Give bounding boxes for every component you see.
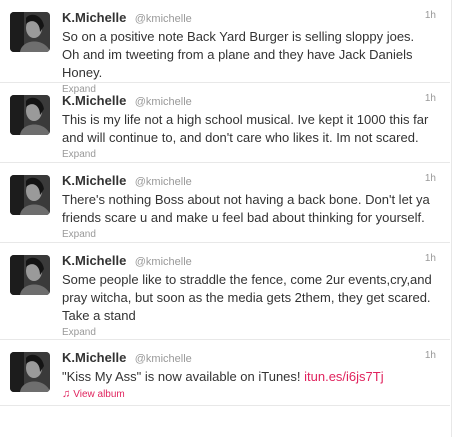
- music-note-icon: ♫: [62, 388, 71, 400]
- tweet-username[interactable]: @kmichelle: [135, 176, 192, 188]
- tweet-text: "Kiss My Ass" is now available on iTunes…: [62, 368, 434, 386]
- tweet-text: There's nothing Boss about not having a …: [62, 192, 430, 225]
- tweet-text: So on a positive note Back Yard Burger i…: [62, 29, 415, 80]
- tweet-username[interactable]: @kmichelle: [135, 353, 192, 365]
- tweet[interactable]: K.Michelle @kmichelle 1h There's nothing…: [0, 163, 450, 243]
- avatar[interactable]: [10, 255, 50, 295]
- avatar[interactable]: [10, 352, 50, 392]
- tweet-username[interactable]: @kmichelle: [135, 256, 192, 268]
- tweet-username[interactable]: @kmichelle: [135, 13, 192, 25]
- tweet-username[interactable]: @kmichelle: [135, 96, 192, 108]
- avatar[interactable]: [10, 12, 50, 52]
- expand-link[interactable]: Expand: [62, 148, 438, 162]
- tweet-fullname[interactable]: K.Michelle: [62, 173, 126, 188]
- view-album-label: View album: [73, 389, 125, 400]
- tweet-text: Some people like to straddle the fence, …: [62, 272, 432, 323]
- tweet-timestamp[interactable]: 1h: [425, 10, 436, 21]
- expand-link[interactable]: Expand: [62, 326, 438, 340]
- tweet-fullname[interactable]: K.Michelle: [62, 10, 126, 25]
- tweet-timestamp[interactable]: 1h: [425, 173, 436, 184]
- tweet[interactable]: K.Michelle @kmichelle 1h This is my life…: [0, 83, 450, 163]
- tweet-timestamp[interactable]: 1h: [425, 253, 436, 264]
- tweet-timestamp[interactable]: 1h: [425, 350, 436, 361]
- tweet-partial: [0, 406, 450, 426]
- tweet[interactable]: K.Michelle @kmichelle 1h So on a positiv…: [0, 0, 450, 95]
- itunes-link[interactable]: itun.es/i6js7Tj: [304, 369, 383, 384]
- tweet-fullname[interactable]: K.Michelle: [62, 350, 126, 365]
- avatar[interactable]: [10, 175, 50, 215]
- tweet[interactable]: K.Michelle @kmichelle 1h Some people lik…: [0, 243, 450, 340]
- expand-link[interactable]: Expand: [62, 228, 438, 242]
- avatar[interactable]: [10, 95, 50, 135]
- tweet[interactable]: K.Michelle @kmichelle 1h "Kiss My Ass" i…: [0, 340, 450, 406]
- tweet-text-body: "Kiss My Ass" is now available on iTunes…: [62, 369, 305, 384]
- tweet-fullname[interactable]: K.Michelle: [62, 93, 126, 108]
- view-album-link[interactable]: ♫ View album: [62, 387, 438, 402]
- tweet-text: This is my life not a high school musica…: [62, 112, 429, 145]
- tweet-timeline: K.Michelle @kmichelle 1h So on a positiv…: [0, 0, 452, 437]
- tweet-timestamp[interactable]: 1h: [425, 93, 436, 104]
- tweet-fullname[interactable]: K.Michelle: [62, 253, 126, 268]
